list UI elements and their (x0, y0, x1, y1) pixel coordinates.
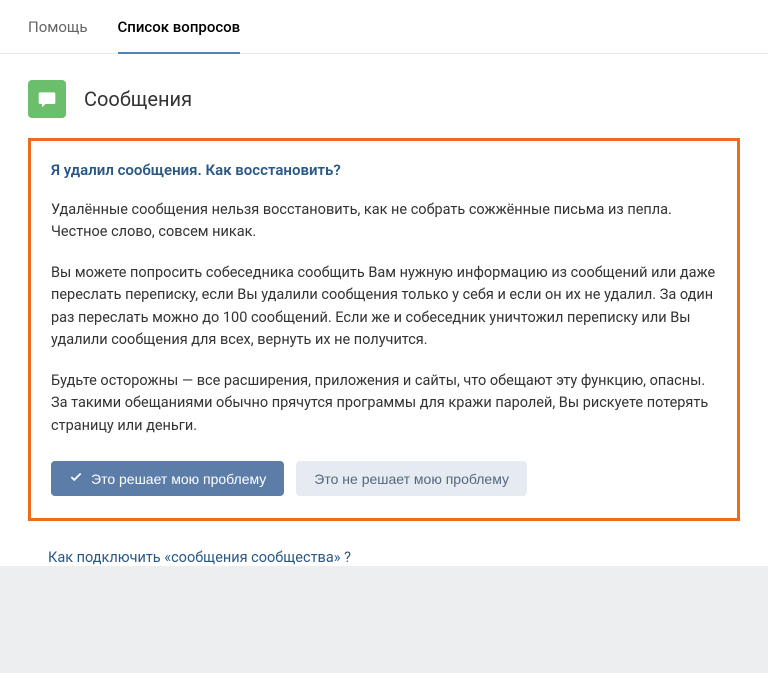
section-header: Сообщения (0, 54, 768, 138)
solves-label: Это решает мою проблему (91, 471, 266, 487)
messages-icon (28, 80, 66, 118)
check-icon (69, 470, 83, 487)
tab-questions[interactable]: Список вопросов (118, 0, 241, 54)
feedback-buttons: Это решает мою проблему Это не решает мо… (51, 461, 717, 496)
faq-answer: Удалённые сообщения нельзя восстановить,… (51, 199, 717, 437)
nav-tabs: Помощь Список вопросов (0, 0, 768, 54)
related-question-link[interactable]: Как подключить «сообщения сообщества» ? (0, 535, 768, 566)
faq-item-expanded: Я удалил сообщения. Как восстановить? Уд… (28, 138, 740, 521)
not-solves-problem-button[interactable]: Это не решает мою проблему (296, 461, 527, 496)
tab-help[interactable]: Помощь (28, 0, 88, 54)
section-title: Сообщения (84, 87, 192, 111)
not-solves-label: Это не решает мою проблему (314, 471, 509, 487)
solves-problem-button[interactable]: Это решает мою проблему (51, 461, 284, 496)
faq-question: Я удалил сообщения. Как восстановить? (51, 161, 717, 179)
answer-paragraph: Удалённые сообщения нельзя восстановить,… (51, 199, 717, 244)
answer-paragraph: Вы можете попросить собеседника сообщить… (51, 262, 717, 352)
answer-paragraph: Будьте осторожны — все расширения, прило… (51, 370, 717, 437)
help-page: Помощь Список вопросов Сообщения Я удали… (0, 0, 768, 566)
